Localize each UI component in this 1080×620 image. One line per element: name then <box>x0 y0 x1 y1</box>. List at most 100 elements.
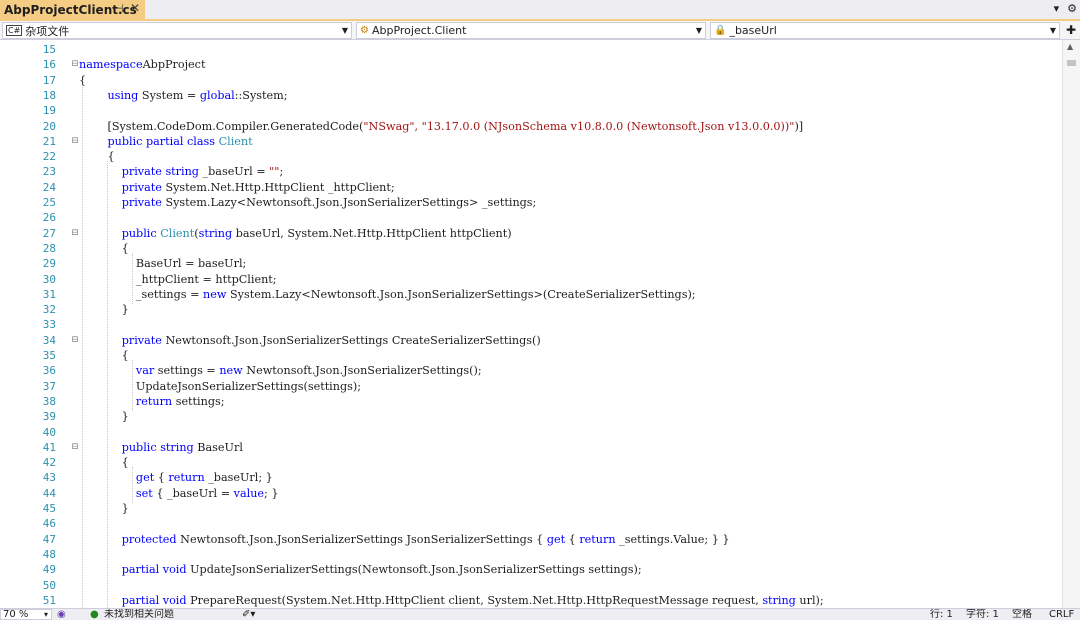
line-number: 31 <box>42 287 56 301</box>
chevron-down-icon: ▼ <box>1049 26 1056 35</box>
code-text: public partial class Client <box>107 134 253 148</box>
line-number: 39 <box>42 410 56 424</box>
line-number: 51 <box>42 593 56 607</box>
code-line[interactable]: 40 <box>0 425 1062 440</box>
code-line[interactable]: 39 } <box>0 409 1062 424</box>
line-number: 41 <box>42 440 56 454</box>
code-line[interactable]: 45 } <box>0 501 1062 516</box>
split-window-icon[interactable]: ✚ <box>1066 23 1076 37</box>
cursor-char: 字符: 1 <box>966 609 999 620</box>
tab-list-dropdown-icon[interactable]: ▾ <box>1054 2 1060 15</box>
pin-icon[interactable]: ⊣ <box>114 2 124 15</box>
health-icon[interactable]: ◉ <box>57 609 66 620</box>
scroll-up-icon[interactable]: ▲ <box>1067 42 1073 51</box>
code-text: _settings = new System.Lazy<Newtonsoft.J… <box>79 287 696 301</box>
code-line[interactable]: 41 ⊟ public string BaseUrl <box>0 440 1062 455</box>
close-icon[interactable]: ✕ <box>130 1 140 15</box>
class-dropdown-value: AbpProject.Client <box>371 24 467 37</box>
gear-icon[interactable]: ⚙ <box>1067 2 1077 15</box>
code-line[interactable]: 50 <box>0 578 1062 593</box>
code-line[interactable]: 18 using System = global::System; <box>0 88 1062 103</box>
chevron-down-icon: ▼ <box>695 26 702 35</box>
code-line[interactable]: 19 <box>0 103 1062 118</box>
code-text: return settings; <box>135 394 225 408</box>
code-line[interactable]: 46 <box>0 516 1062 531</box>
code-line[interactable]: 33 <box>0 317 1062 332</box>
code-text: private string _baseUrl = ""; <box>121 165 284 179</box>
code-editor[interactable]: 15 16 ⊟ namespaceAbpProject 17{18 using Syst… <box>0 40 1062 608</box>
code-line[interactable]: 27 ⊟ public Client(string baseUrl, System… <box>0 226 1062 241</box>
code-line[interactable]: 48 <box>0 547 1062 562</box>
code-line[interactable]: 32 } <box>0 302 1062 317</box>
project-dropdown[interactable]: C# 杂项文件 ▼ <box>2 22 352 39</box>
issues-status-text[interactable]: 未找到相关问题 <box>104 609 174 620</box>
vertical-scrollbar[interactable]: ▲ <box>1062 40 1080 608</box>
code-text: { <box>79 456 129 470</box>
code-line[interactable]: 28 { <box>0 241 1062 256</box>
code-line[interactable]: 17{ <box>0 73 1062 88</box>
line-number: 33 <box>42 318 56 332</box>
code-line[interactable]: 36 var settings = new Newtonsoft.Json.Js… <box>0 363 1062 378</box>
indent-guide <box>82 84 84 608</box>
line-number: 27 <box>42 226 56 240</box>
chevron-down-icon[interactable]: ▾ <box>44 609 48 620</box>
line-number: 30 <box>42 272 56 286</box>
line-ending[interactable]: CRLF <box>1049 609 1074 620</box>
line-number: 17 <box>42 73 56 87</box>
line-number: 18 <box>42 88 56 102</box>
line-number: 48 <box>42 547 56 561</box>
code-line[interactable]: 22 { <box>0 149 1062 164</box>
code-line[interactable]: 20 [System.CodeDom.Compiler.GeneratedCod… <box>0 119 1062 134</box>
tab-abpprojectclient[interactable]: AbpProjectClient.cs ⊣ ✕ <box>0 0 145 19</box>
line-number: 20 <box>42 119 56 133</box>
code-line[interactable]: 21 ⊟ public partial class Client <box>0 134 1062 149</box>
code-line[interactable]: 15 <box>0 42 1062 57</box>
code-line[interactable]: 42 { <box>0 455 1062 470</box>
code-line[interactable]: 23 private string _baseUrl = ""; <box>0 164 1062 179</box>
code-line[interactable]: 34 ⊟ private Newtonsoft.Json.JsonSerializ… <box>0 333 1062 348</box>
code-text: var settings = new Newtonsoft.Json.JsonS… <box>135 364 482 378</box>
line-number: 22 <box>42 150 56 164</box>
class-dropdown[interactable]: ⚙ AbpProject.Client ▼ <box>356 22 706 39</box>
code-line[interactable]: 37 UpdateJsonSerializerSettings(settings… <box>0 379 1062 394</box>
code-line[interactable]: 49 partial void UpdateJsonSerializerSett… <box>0 562 1062 577</box>
code-line[interactable]: 44 set { _baseUrl = value; } <box>0 486 1062 501</box>
code-text: } <box>79 502 129 515</box>
tab-overflow-controls: ▾ ⚙ <box>1054 2 1077 15</box>
member-dropdown-value: _baseUrl <box>729 24 777 37</box>
code-line[interactable]: 30 _httpClient = httpClient; <box>0 272 1062 287</box>
code-line[interactable]: 43 get { return _baseUrl; } <box>0 470 1062 485</box>
code-line[interactable]: 35 { <box>0 348 1062 363</box>
line-number: 34 <box>42 333 56 347</box>
indent-mode[interactable]: 空格 <box>1012 609 1032 620</box>
private-field-icon: 🔒 <box>714 25 727 36</box>
code-line[interactable]: 25 private System.Lazy<Newtonsoft.Json.J… <box>0 195 1062 210</box>
indent-guide <box>132 467 134 503</box>
code-line[interactable]: 38 return settings; <box>0 394 1062 409</box>
code-text: using System = global::System; <box>107 88 288 102</box>
code-text: } <box>79 410 129 424</box>
code-line[interactable]: 31 _settings = new System.Lazy<Newtonsof… <box>0 287 1062 302</box>
brush-icon[interactable]: ✐▾ <box>242 609 255 620</box>
line-number: 49 <box>42 563 56 577</box>
indent-guide <box>107 161 109 608</box>
indent-guide <box>132 252 134 305</box>
line-number: 28 <box>42 241 56 255</box>
code-text: namespaceAbpProject <box>79 58 206 72</box>
check-circle-icon: ● <box>90 609 99 620</box>
code-line[interactable]: 29 BaseUrl = baseUrl; <box>0 256 1062 271</box>
csharp-project-icon: C# <box>6 25 23 36</box>
code-line[interactable]: 51 partial void PrepareRequest(System.Ne… <box>0 593 1062 608</box>
code-line[interactable]: 26 <box>0 210 1062 225</box>
code-text: { <box>79 150 115 164</box>
code-line[interactable]: 16 ⊟ namespaceAbpProject <box>0 57 1062 72</box>
scrollbar-thumb[interactable] <box>1067 60 1076 66</box>
member-dropdown[interactable]: 🔒 _baseUrl ▼ <box>710 22 1060 39</box>
code-line[interactable]: 24 private System.Net.Http.HttpClient _h… <box>0 180 1062 195</box>
line-number: 23 <box>42 165 56 179</box>
code-line[interactable]: 47 protected Newtonsoft.Json.JsonSeriali… <box>0 532 1062 547</box>
zoom-level[interactable]: 70 % <box>3 609 28 620</box>
line-number: 21 <box>42 134 56 148</box>
line-number: 16 <box>42 58 56 72</box>
status-bar: 70 % ▾ ◉ ● 未找到相关问题 ✐▾ 行: 1 字符: 1 空格 CRLF <box>0 608 1080 620</box>
